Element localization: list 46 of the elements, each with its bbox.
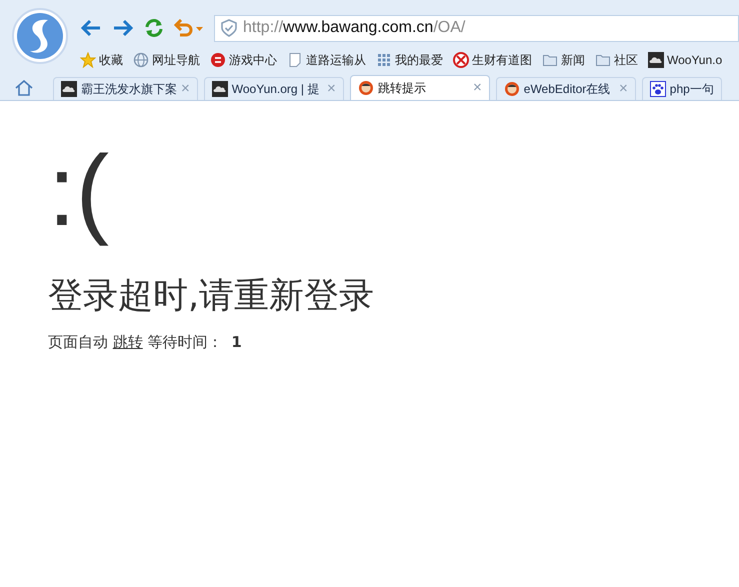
star-icon: [80, 52, 96, 68]
folder-icon: [542, 52, 558, 68]
tab-title: 霸王洗发水旗下案: [81, 81, 177, 98]
redirect-link[interactable]: 跳转: [112, 333, 143, 351]
tab-title: 跳转提示: [378, 80, 427, 97]
browser-tab[interactable]: 跳转提示 ×: [350, 75, 490, 100]
cloud-icon: [648, 52, 664, 68]
browser-tab[interactable]: 霸王洗发水旗下案 ×: [53, 77, 198, 100]
refresh-icon[interactable]: [144, 18, 164, 38]
address-field[interactable]: http://www.bawang.com.cn/OA/: [214, 14, 739, 42]
bookmark-item[interactable]: 网址导航: [133, 51, 200, 69]
redirect-notice: 页面自动 跳转 等待时间： 1: [48, 332, 242, 353]
back-icon[interactable]: [80, 19, 102, 37]
forward-icon[interactable]: [112, 19, 134, 37]
cloud-icon: [212, 81, 228, 97]
url-text: http://www.bawang.com.cn/OA/: [243, 18, 466, 38]
page-icon: [287, 52, 303, 68]
tab-title: php一句: [670, 81, 714, 98]
grid-icon: [376, 52, 392, 68]
bookmark-item[interactable]: 收藏: [80, 51, 123, 69]
folder-icon: [595, 52, 611, 68]
bookmark-item[interactable]: WooYun.o: [648, 51, 722, 69]
tab-title: WooYun.org | 提: [232, 81, 320, 98]
bookmark-item[interactable]: 我的最爱: [376, 51, 443, 69]
home-icon[interactable]: [15, 80, 33, 96]
shield-icon: [221, 19, 237, 37]
browser-tab[interactable]: eWebEditor在线 ×: [496, 77, 636, 100]
paw-icon: [650, 81, 666, 97]
cloud-icon: [61, 81, 77, 97]
bookmark-item[interactable]: 新闻: [542, 51, 585, 69]
sad-emoticon: :(: [48, 134, 110, 249]
globe-icon: [133, 52, 149, 68]
page-heading: 登录超时,请重新登录: [48, 276, 374, 316]
bookmark-item[interactable]: 社区: [595, 51, 638, 69]
browser-logo[interactable]: [12, 8, 68, 64]
bookmark-item[interactable]: 游戏中心: [210, 51, 277, 69]
browser-tab[interactable]: php一句: [642, 77, 722, 100]
badge-icon: [453, 52, 469, 68]
avatar-icon: [358, 80, 374, 96]
bookmark-item[interactable]: 生财有道图: [453, 51, 532, 69]
game-icon: [210, 52, 226, 68]
avatar-icon: [504, 81, 520, 97]
browser-tab[interactable]: WooYun.org | 提 ×: [204, 77, 344, 100]
bookmark-item[interactable]: 道路运输从: [287, 51, 366, 69]
tab-title: eWebEditor在线: [524, 81, 612, 98]
undo-icon[interactable]: [174, 19, 204, 37]
